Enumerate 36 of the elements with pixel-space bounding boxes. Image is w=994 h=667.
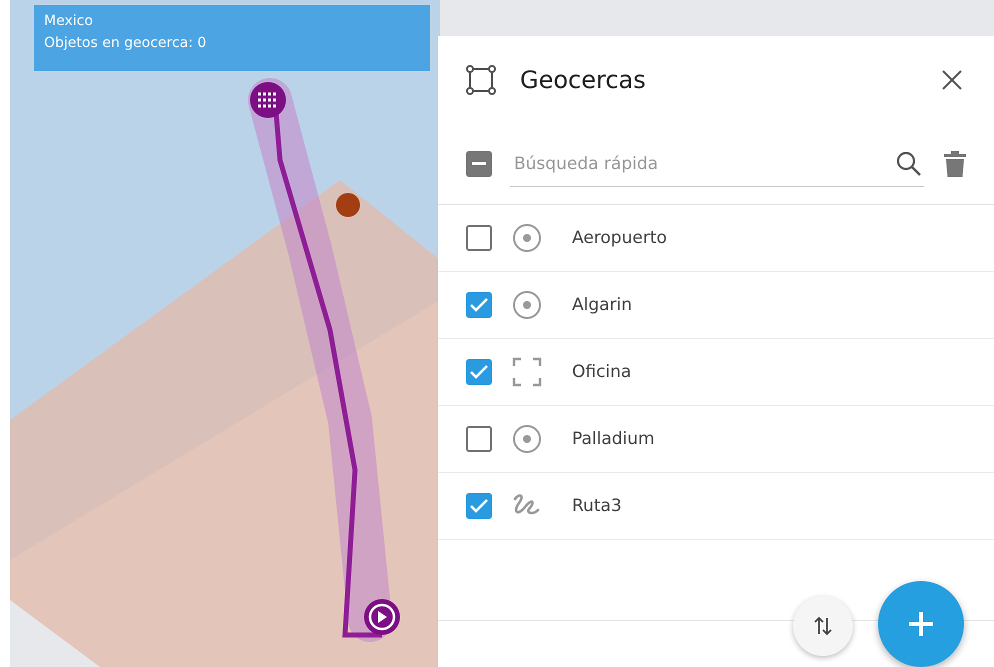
panel-title: Geocercas [520,66,647,94]
geofence-item[interactable]: Ruta3 [438,473,994,540]
geofence-name: Ruta3 [572,496,622,516]
check-icon [470,499,488,513]
check-icon [470,365,488,379]
checkbox[interactable] [466,292,492,318]
square-nodes-icon [466,65,496,95]
finish-flag-marker [250,82,286,118]
geofence-item[interactable]: Oficina [438,339,994,406]
select-all-checkbox[interactable] [466,151,492,177]
minus-icon [472,162,486,166]
geofence-name: Mexico [44,13,93,29]
target-icon [512,290,542,320]
target-icon [512,424,542,454]
geofence-name: Palladium [572,429,655,449]
search-field[interactable]: Búsqueda rápida [510,154,888,174]
geofence-item[interactable]: Palladium [438,406,994,473]
checkbox[interactable] [466,225,492,251]
geofence-name: Oficina [572,362,632,382]
geofence-name: Aeropuerto [572,228,667,248]
geofence-item[interactable]: Aeropuerto [438,205,994,272]
play-marker [364,599,400,635]
check-icon [470,298,488,312]
trash-icon[interactable] [942,149,968,179]
sort-button[interactable] [793,596,853,656]
objects-count: Objetos en geocerca: 0 [44,35,206,51]
location-dot [336,193,360,217]
checkbox[interactable] [466,426,492,452]
geofence-item[interactable]: Algarin [438,272,994,339]
target-icon [512,223,542,253]
checkbox[interactable] [466,493,492,519]
sort-arrows-icon [814,616,832,636]
add-button[interactable] [878,581,964,667]
checkbox[interactable] [466,359,492,385]
plus-icon [907,610,935,638]
geofence-name: Algarin [572,295,632,315]
